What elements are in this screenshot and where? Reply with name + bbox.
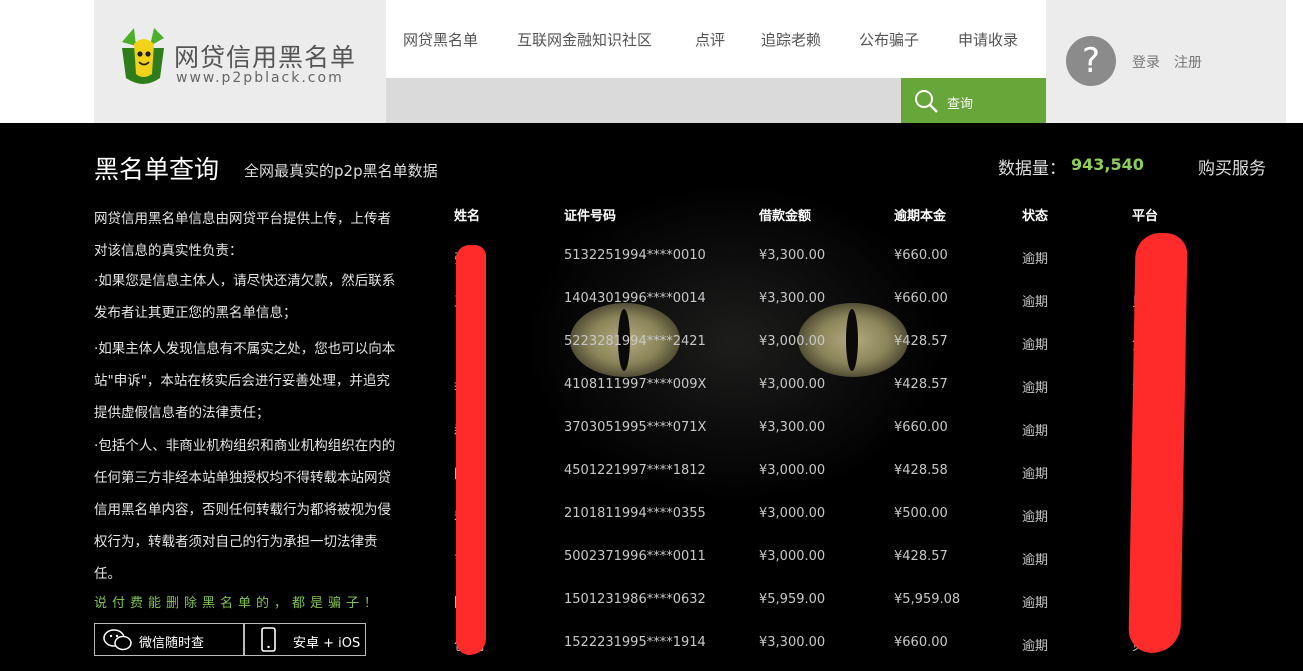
cell-overdue-principal: ¥660.00 xyxy=(894,248,948,263)
notice-item-repay: ·如果您是信息主体人，请尽快还清欠款，然后联系发布者让其更正您的黑名单信息； xyxy=(94,273,396,321)
logo-bunny-icon xyxy=(122,28,164,84)
scam-warning: 说付费能删除黑名单的，都是骗子！ xyxy=(94,596,383,611)
brand-name: 网贷信用黑名单 xyxy=(174,43,357,72)
col-header-id: 证件号码 xyxy=(564,209,617,224)
notice-item-appeal: ·如果主体人发现信息有不属实之处，您也可以向本站"申诉"，本站在核实后会进行妥善… xyxy=(94,341,396,421)
cell-loan-amount: ¥3,000.00 xyxy=(759,506,826,521)
cell-loan-amount: ¥5,959.00 xyxy=(759,592,826,607)
cell-id-number: 5132251994****0010 xyxy=(564,248,706,263)
data-count-value: 943,540 xyxy=(1071,155,1144,174)
nav-item-blacklist[interactable]: 网贷黑名单 xyxy=(403,29,478,50)
cell-status: 逾期 xyxy=(1022,510,1049,525)
cell-status: 逾期 xyxy=(1022,338,1049,353)
cell-loan-amount: ¥3,300.00 xyxy=(759,248,826,263)
cell-overdue-principal: ¥660.00 xyxy=(894,635,948,650)
cell-status: 逾期 xyxy=(1022,252,1049,267)
col-header-status: 状态 xyxy=(1022,209,1049,224)
cell-id-number: 5002371996****0011 xyxy=(564,549,706,564)
cell-status: 逾期 xyxy=(1022,381,1049,396)
cell-id-number: 4501221997****1812 xyxy=(564,463,706,478)
cell-overdue-principal: ¥428.57 xyxy=(894,334,948,349)
cell-status: 逾期 xyxy=(1022,424,1049,439)
page: 网贷信用黑名单 www.p2pblack.com 网贷黑名单 互联网金融知识社区… xyxy=(0,0,1303,671)
cell-loan-amount: ¥3,300.00 xyxy=(759,635,826,650)
register-link[interactable]: 注册 xyxy=(1174,52,1202,72)
notice-intro: 网贷信用黑名单信息由网贷平台提供上传，上传者对该信息的真实性负责： xyxy=(94,211,391,259)
col-header-overdue: 逾期本金 xyxy=(894,209,947,224)
nav-item-track-debtors[interactable]: 追踪老赖 xyxy=(761,29,821,50)
cell-overdue-principal: ¥660.00 xyxy=(894,291,948,306)
cell-overdue-principal: ¥428.57 xyxy=(894,549,948,564)
cell-overdue-principal: ¥428.58 xyxy=(894,463,948,478)
cell-status: 逾期 xyxy=(1022,295,1049,310)
cell-overdue-principal: ¥5,959.08 xyxy=(894,592,961,607)
cell-id-number: 5223281994****2421 xyxy=(564,334,706,349)
blacklist-section: 黑名单查询 全网最真实的p2p黑名单数据 数据量： 943,540 购买服务 网… xyxy=(0,123,1303,671)
search-button-label: 查询 xyxy=(947,97,974,112)
cell-loan-amount: ¥3,000.00 xyxy=(759,463,826,478)
redaction-stroke-platform xyxy=(1128,232,1188,654)
cell-loan-amount: ¥3,000.00 xyxy=(759,334,826,349)
main-nav: 网贷黑名单 互联网金融知识社区 点评 追踪老赖 公布骗子 申请收录 xyxy=(386,0,1046,78)
cell-status: 逾期 xyxy=(1022,467,1049,482)
nav-item-reviews[interactable]: 点评 xyxy=(695,29,725,50)
cell-id-number: 4108111997****009X xyxy=(564,377,707,392)
cell-status: 逾期 xyxy=(1022,596,1049,611)
wechat-query-label: 微信随时查 xyxy=(139,636,205,651)
site-header: 网贷信用黑名单 www.p2pblack.com 网贷黑名单 互联网金融知识社区… xyxy=(0,0,1303,123)
page-subtitle: 全网最真实的p2p黑名单数据 xyxy=(244,162,438,180)
cell-loan-amount: ¥3,300.00 xyxy=(759,420,826,435)
col-header-name: 姓名 xyxy=(454,209,481,224)
cell-overdue-principal: ¥428.57 xyxy=(894,377,948,392)
col-header-amount: 借款金额 xyxy=(759,209,812,224)
page-title: 黑名单查询 xyxy=(94,155,220,184)
buy-service-link[interactable]: 购买服务 xyxy=(1198,154,1266,179)
cell-loan-amount: ¥3,000.00 xyxy=(759,377,826,392)
login-link[interactable]: 登录 xyxy=(1132,52,1160,72)
search-button[interactable]: 查询 xyxy=(901,78,1046,123)
col-header-platform: 平台 xyxy=(1132,209,1159,224)
cell-id-number: 1404301996****0014 xyxy=(564,291,706,306)
nav-item-publish-scammers[interactable]: 公布骗子 xyxy=(859,29,919,50)
cell-loan-amount: ¥3,300.00 xyxy=(759,291,826,306)
app-download-button[interactable]: 安卓 + iOS xyxy=(244,623,366,656)
data-count-label: 数据量： xyxy=(998,159,1066,179)
cell-loan-amount: ¥3,000.00 xyxy=(759,549,826,564)
wechat-query-button[interactable]: 微信随时查 xyxy=(94,623,244,656)
cell-id-number: 3703051995****071X xyxy=(564,420,707,435)
phone-icon xyxy=(261,627,276,652)
cell-overdue-principal: ¥660.00 xyxy=(894,420,948,435)
notice-item-copyright: ·包括个人、非商业机构组织和商业机构组织在内的任何第三方非经本站单独授权均不得转… xyxy=(94,438,396,582)
cell-status: 逾期 xyxy=(1022,553,1049,568)
cell-id-number: 1501231986****0632 xyxy=(564,592,706,607)
cell-status: 逾期 xyxy=(1022,639,1049,654)
nav-item-apply-listing[interactable]: 申请收录 xyxy=(958,29,1018,50)
search-input[interactable] xyxy=(386,78,901,123)
avatar: ? xyxy=(1066,36,1116,86)
search-icon xyxy=(915,90,938,113)
wechat-icon xyxy=(103,629,132,651)
brand-url: www.p2pblack.com xyxy=(176,70,344,86)
cell-overdue-principal: ¥500.00 xyxy=(894,506,948,521)
cell-id-number: 2101811994****0355 xyxy=(564,506,706,521)
user-panel: ? 登录 注册 xyxy=(1046,0,1286,123)
nav-item-community[interactable]: 互联网金融知识社区 xyxy=(517,29,652,50)
redaction-stroke-name xyxy=(456,245,486,655)
app-download-label: 安卓 + iOS xyxy=(293,636,361,651)
cell-id-number: 1522231995****1914 xyxy=(564,635,706,650)
logo[interactable]: 网贷信用黑名单 www.p2pblack.com xyxy=(94,0,386,123)
